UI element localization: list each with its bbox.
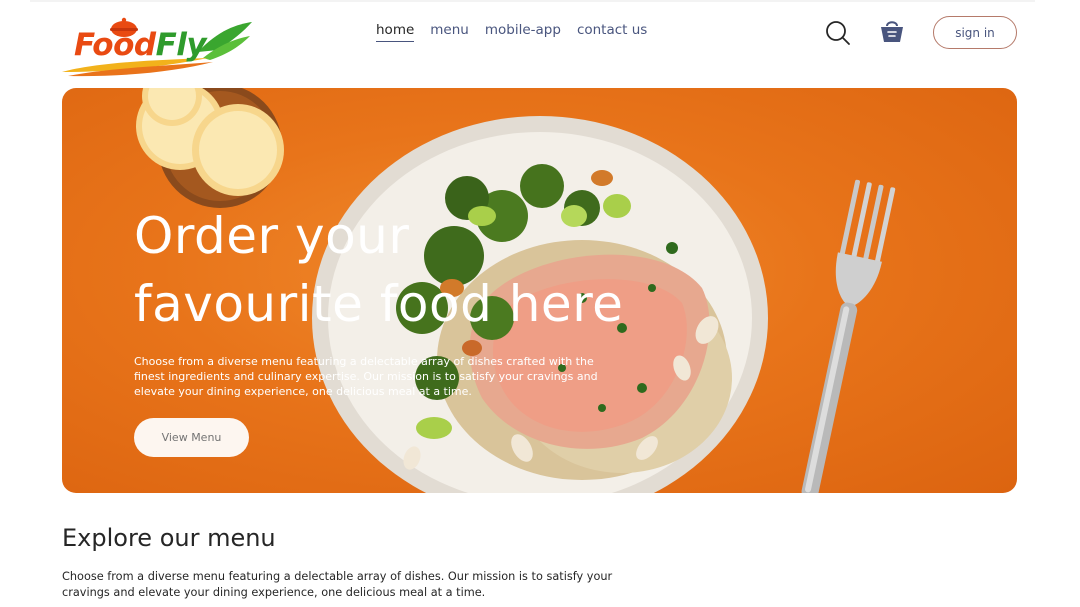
- hero-description: Choose from a diverse menu featuring a d…: [134, 355, 598, 398]
- search-icon[interactable]: [825, 20, 851, 46]
- hero-title-line1: Order your: [134, 207, 410, 265]
- hero-title: Order your favourite food here: [134, 202, 694, 338]
- hero-banner: Order your favourite food here Choose fr…: [62, 88, 1017, 493]
- nav-item-menu[interactable]: menu: [430, 22, 469, 42]
- brand-logo[interactable]: FoodFly: [58, 10, 258, 80]
- logo-text-fly: Fly: [155, 27, 207, 63]
- view-menu-button[interactable]: View Menu: [134, 418, 249, 457]
- hero-title-line2: favourite food here: [134, 275, 624, 333]
- nav-item-mobile-app[interactable]: mobile-app: [485, 22, 561, 42]
- logo-text-food: Food: [74, 27, 156, 63]
- explore-title: Explore our menu: [62, 524, 276, 552]
- signin-button[interactable]: sign in: [933, 16, 1017, 49]
- explore-description: Choose from a diverse menu featuring a d…: [62, 570, 613, 599]
- top-divider: [30, 0, 1035, 2]
- main-nav: home menu mobile-app contact us: [376, 22, 647, 42]
- basket-icon[interactable]: [878, 17, 906, 45]
- nav-item-contact-us[interactable]: contact us: [577, 22, 647, 42]
- nav-item-home[interactable]: home: [376, 22, 415, 42]
